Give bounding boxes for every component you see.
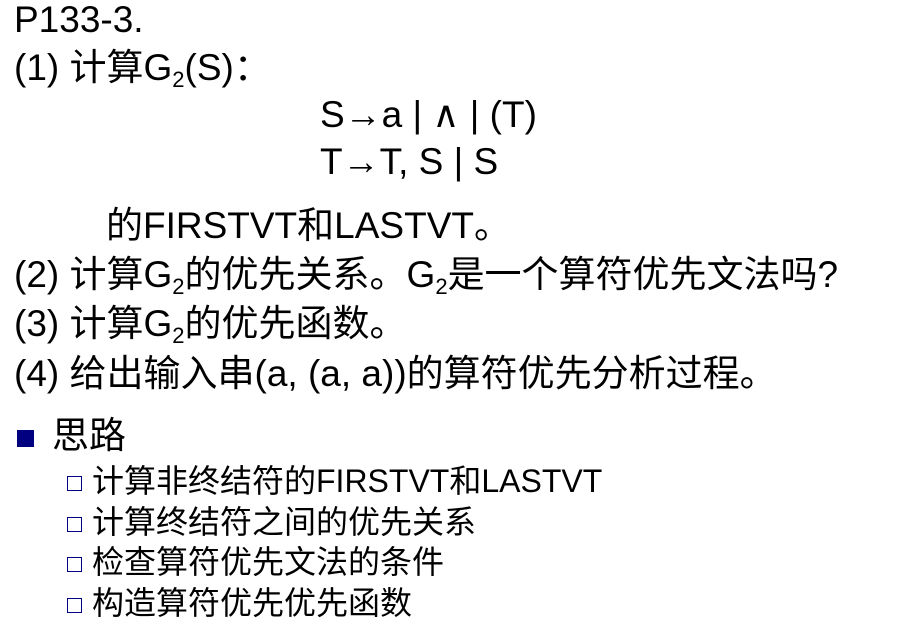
- question-3: (3) 计算G2的优先函数。: [14, 302, 407, 348]
- approach-step-label: 计算终结符之间的优先关系: [92, 504, 477, 540]
- question-2-prefix: (2) 计算G: [14, 254, 173, 295]
- approach-heading: 思路: [52, 415, 126, 456]
- hollow-square-bullet-icon: [67, 598, 82, 613]
- approach-step: 计算终结符之间的优先关系: [67, 503, 476, 541]
- approach-step: 检查算符优先文法的条件: [67, 543, 444, 581]
- approach-step-label: 构造算符优先优先函数: [92, 585, 413, 621]
- approach-step: 构造算符优先优先函数: [67, 584, 412, 622]
- question-2: (2) 计算G2的优先关系。G2是一个算符优先文法吗?: [14, 253, 839, 299]
- question-1-subscript: 2: [172, 67, 185, 92]
- question-1: (1) 计算G2(S)：: [14, 46, 271, 92]
- question-1-continuation: 的FIRSTVT和LASTVT。: [106, 205, 511, 246]
- question-2-mid: 的优先关系。G: [184, 254, 436, 295]
- question-4: (4) 给出输入串(a, (a, a))的算符优先分析过程。: [14, 353, 777, 394]
- hollow-square-bullet-icon: [67, 476, 82, 491]
- square-bullet-icon: [17, 430, 34, 447]
- problem-id: P133-3.: [14, 0, 144, 40]
- hollow-square-bullet-icon: [67, 517, 82, 532]
- question-2-subscript-2: 2: [435, 274, 448, 299]
- question-1-prefix: (1) 计算G: [14, 47, 173, 88]
- question-2-suffix: 是一个算符优先文法吗?: [447, 254, 839, 295]
- approach-step: 计算非终结符的FIRSTVT和LASTVT: [67, 462, 602, 500]
- approach-step-label: 计算非终结符的FIRSTVT和LASTVT: [92, 463, 603, 499]
- grammar-rule-2: T→T, S | S: [320, 141, 499, 182]
- approach-step-label: 检查算符优先文法的条件: [92, 544, 445, 580]
- hollow-square-bullet-icon: [67, 557, 82, 572]
- question-3-subscript: 2: [172, 323, 185, 348]
- question-2-subscript: 2: [172, 274, 185, 299]
- question-3-prefix: (3) 计算G: [14, 303, 173, 344]
- grammar-rule-1: S→a | ∧ | (T): [320, 94, 537, 135]
- question-3-suffix: 的优先函数。: [184, 303, 407, 344]
- question-1-suffix: (S)：: [184, 47, 271, 88]
